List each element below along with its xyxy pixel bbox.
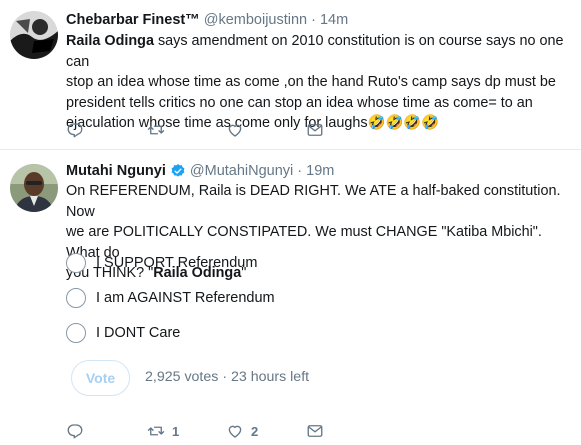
like-count: 2 xyxy=(251,423,259,439)
radio-button[interactable] xyxy=(66,288,86,308)
reply-icon xyxy=(67,424,83,439)
retweet-button[interactable]: 1 xyxy=(147,422,179,440)
author-name[interactable]: Mutahi Ngunyi xyxy=(66,162,166,180)
poll-option[interactable]: I am AGAINST Referendum xyxy=(66,287,275,309)
text-line: stop an idea whose time as come ,on the … xyxy=(66,72,572,93)
time-remaining: 23 hours left xyxy=(231,369,310,385)
heart-icon xyxy=(228,124,242,137)
poll-option-label: I am AGAINST Referendum xyxy=(96,290,275,306)
mention-link[interactable]: Raila Odinga xyxy=(66,33,154,49)
heart-icon xyxy=(228,425,242,438)
reply-button[interactable] xyxy=(66,422,91,440)
poll-option[interactable]: I SUPPORT Referendum xyxy=(66,252,257,274)
direct-message-button[interactable] xyxy=(306,121,324,139)
tweet-actions: 1 2 xyxy=(66,422,366,442)
verified-badge-icon xyxy=(171,164,185,177)
poll-option-label: I DONT Care xyxy=(96,325,181,341)
like-button[interactable] xyxy=(226,121,251,139)
separator: · xyxy=(222,369,228,385)
timestamp[interactable]: 19m xyxy=(306,162,334,180)
reply-icon xyxy=(67,123,83,138)
timestamp[interactable]: 14m xyxy=(320,11,348,29)
radio-button[interactable] xyxy=(66,253,86,273)
direct-message-button[interactable] xyxy=(306,422,324,440)
poll-meta: 2,925 votes · 23 hours left xyxy=(145,369,309,385)
envelope-icon xyxy=(307,425,323,437)
text-line: On REFERENDUM, Raila is DEAD RIGHT. We A… xyxy=(66,183,561,220)
text-segment: stop an idea whose time as come ,on the … xyxy=(66,74,556,90)
vote-button[interactable]: Vote xyxy=(71,360,130,396)
tweet-header: Mutahi Ngunyi @MutahiNgunyi · 19m xyxy=(66,162,334,180)
tweet[interactable]: Mutahi Ngunyi @MutahiNgunyi · 19m On REF… xyxy=(0,150,581,445)
tweet-actions xyxy=(66,121,366,141)
poll-option[interactable]: I DONT Care xyxy=(66,322,180,344)
retweet-icon xyxy=(147,426,165,436)
reply-button[interactable] xyxy=(66,121,91,139)
tweet-text: Raila Odinga says amendment on 2010 cons… xyxy=(66,31,572,134)
tweet[interactable]: Chebarbar Finest™ @kemboijustinn · 14m R… xyxy=(0,0,581,150)
tweet-header: Chebarbar Finest™ @kemboijustinn · 14m xyxy=(66,11,348,29)
separator: · xyxy=(297,163,303,179)
author-handle[interactable]: @MutahiNgunyi xyxy=(190,162,293,180)
text-segment: president tells critics no one can stop … xyxy=(66,94,533,111)
vote-count: 2,925 votes xyxy=(145,369,219,385)
text-line: Raila Odinga says amendment on 2010 cons… xyxy=(66,31,572,72)
author-handle[interactable]: @kemboijustinn xyxy=(204,11,307,29)
separator: · xyxy=(311,12,316,28)
envelope-icon xyxy=(307,124,323,136)
text-line: president tells critics no one can stop … xyxy=(66,93,572,114)
poll-option-label: I SUPPORT Referendum xyxy=(96,255,258,271)
author-name[interactable]: Chebarbar Finest™ xyxy=(66,11,200,29)
radio-button[interactable] xyxy=(66,323,86,343)
like-button[interactable]: 2 xyxy=(226,422,258,440)
avatar[interactable] xyxy=(10,11,58,59)
retweet-count: 1 xyxy=(172,423,180,439)
retweet-icon xyxy=(147,125,165,135)
retweet-button[interactable] xyxy=(147,121,172,139)
avatar[interactable] xyxy=(10,164,58,212)
